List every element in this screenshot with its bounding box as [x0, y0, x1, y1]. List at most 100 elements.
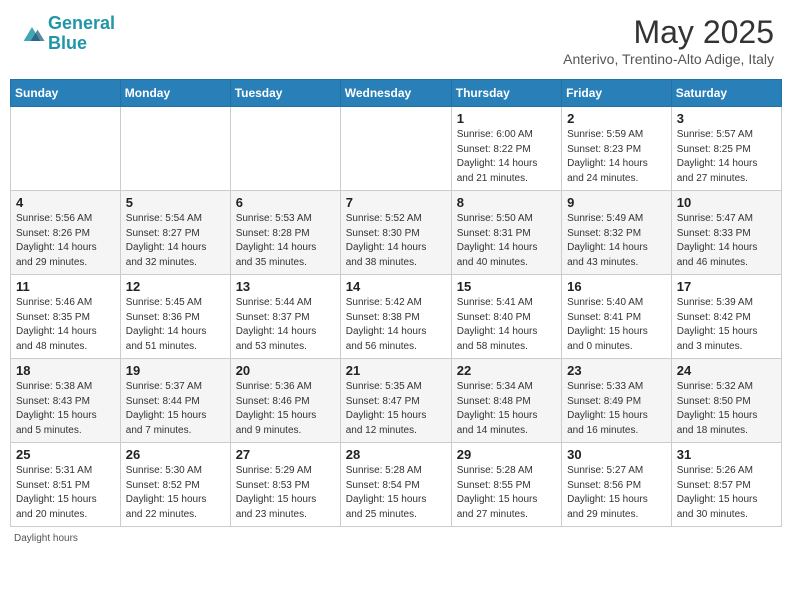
calendar-cell: 8 Sunrise: 5:50 AM Sunset: 8:31 PM Daylig… [451, 191, 561, 275]
day-info: Sunrise: 5:52 AM Sunset: 8:30 PM Dayligh… [346, 212, 446, 270]
calendar-cell: 19 Sunrise: 5:37 AM Sunset: 8:44 PM Dayli… [120, 359, 230, 443]
day-info: Sunrise: 5:50 AM Sunset: 8:31 PM Dayligh… [457, 212, 556, 270]
calendar-cell: 26 Sunrise: 5:30 AM Sunset: 8:52 PM Dayli… [120, 443, 230, 527]
logo-icon [18, 20, 46, 48]
calendar-cell: 10 Sunrise: 5:47 AM Sunset: 8:33 PM Dayli… [671, 191, 781, 275]
day-number: 12 [126, 279, 225, 294]
calendar-cell [120, 107, 230, 191]
day-info: Sunrise: 5:47 AM Sunset: 8:33 PM Dayligh… [677, 212, 776, 270]
day-info: Sunrise: 5:49 AM Sunset: 8:32 PM Dayligh… [567, 212, 666, 270]
day-number: 14 [346, 279, 446, 294]
calendar-cell: 13 Sunrise: 5:44 AM Sunset: 8:37 PM Dayli… [230, 275, 340, 359]
day-number: 24 [677, 363, 776, 378]
daylight-label: Daylight hours [14, 533, 78, 544]
calendar-day-header: Saturday [671, 80, 781, 107]
calendar-table: SundayMondayTuesdayWednesdayThursdayFrid… [10, 79, 782, 527]
calendar-week-row: 25 Sunrise: 5:31 AM Sunset: 8:51 PM Dayli… [11, 443, 782, 527]
day-number: 23 [567, 363, 666, 378]
calendar-footer: Daylight hours [10, 533, 782, 544]
day-number: 25 [16, 447, 115, 462]
calendar-cell: 21 Sunrise: 5:35 AM Sunset: 8:47 PM Dayli… [340, 359, 451, 443]
day-number: 3 [677, 111, 776, 126]
day-info: Sunrise: 5:35 AM Sunset: 8:47 PM Dayligh… [346, 380, 446, 438]
day-info: Sunrise: 5:44 AM Sunset: 8:37 PM Dayligh… [236, 296, 335, 354]
day-number: 18 [16, 363, 115, 378]
calendar-day-header: Thursday [451, 80, 561, 107]
day-info: Sunrise: 5:56 AM Sunset: 8:26 PM Dayligh… [16, 212, 115, 270]
day-number: 13 [236, 279, 335, 294]
calendar-cell: 18 Sunrise: 5:38 AM Sunset: 8:43 PM Dayli… [11, 359, 121, 443]
calendar-cell: 6 Sunrise: 5:53 AM Sunset: 8:28 PM Daylig… [230, 191, 340, 275]
day-info: Sunrise: 5:53 AM Sunset: 8:28 PM Dayligh… [236, 212, 335, 270]
calendar-week-row: 18 Sunrise: 5:38 AM Sunset: 8:43 PM Dayli… [11, 359, 782, 443]
day-number: 22 [457, 363, 556, 378]
calendar-cell: 9Sunrise: 5:49 AM Sunset: 8:32 PM Daylig… [562, 191, 672, 275]
day-info: Sunrise: 5:29 AM Sunset: 8:53 PM Dayligh… [236, 464, 335, 522]
calendar-cell: 29Sunrise: 5:28 AM Sunset: 8:55 PM Dayli… [451, 443, 561, 527]
month-title: May 2025 [563, 14, 774, 51]
calendar-cell: 4 Sunrise: 5:56 AM Sunset: 8:26 PM Daylig… [11, 191, 121, 275]
day-number: 20 [236, 363, 335, 378]
calendar-cell: 31Sunrise: 5:26 AM Sunset: 8:57 PM Dayli… [671, 443, 781, 527]
day-number: 28 [346, 447, 446, 462]
day-number: 11 [16, 279, 115, 294]
calendar-week-row: 4 Sunrise: 5:56 AM Sunset: 8:26 PM Daylig… [11, 191, 782, 275]
day-info: Sunrise: 5:57 AM Sunset: 8:25 PM Dayligh… [677, 128, 776, 186]
logo-line1: General [48, 13, 115, 33]
day-info: Sunrise: 5:41 AM Sunset: 8:40 PM Dayligh… [457, 296, 556, 354]
calendar-week-row: 11 Sunrise: 5:46 AM Sunset: 8:35 PM Dayli… [11, 275, 782, 359]
calendar-day-header: Monday [120, 80, 230, 107]
day-number: 16 [567, 279, 666, 294]
calendar-cell: 24 Sunrise: 5:32 AM Sunset: 8:50 PM Dayli… [671, 359, 781, 443]
day-number: 30 [567, 447, 666, 462]
calendar-cell: 20 Sunrise: 5:36 AM Sunset: 8:46 PM Dayli… [230, 359, 340, 443]
day-info: Sunrise: 5:28 AM Sunset: 8:55 PM Dayligh… [457, 464, 556, 522]
calendar-cell: 27 Sunrise: 5:29 AM Sunset: 8:53 PM Dayli… [230, 443, 340, 527]
calendar-cell: 14Sunrise: 5:42 AM Sunset: 8:38 PM Dayli… [340, 275, 451, 359]
day-info: Sunrise: 5:46 AM Sunset: 8:35 PM Dayligh… [16, 296, 115, 354]
day-info: Sunrise: 5:34 AM Sunset: 8:48 PM Dayligh… [457, 380, 556, 438]
page-header: General Blue May 2025 Anterivo, Trentino… [10, 10, 782, 71]
day-info: Sunrise: 5:40 AM Sunset: 8:41 PM Dayligh… [567, 296, 666, 354]
day-info: Sunrise: 5:54 AM Sunset: 8:27 PM Dayligh… [126, 212, 225, 270]
logo-line2: Blue [48, 33, 87, 53]
day-number: 31 [677, 447, 776, 462]
day-info: Sunrise: 5:32 AM Sunset: 8:50 PM Dayligh… [677, 380, 776, 438]
calendar-header-row: SundayMondayTuesdayWednesdayThursdayFrid… [11, 80, 782, 107]
day-number: 27 [236, 447, 335, 462]
calendar-cell: 22 Sunrise: 5:34 AM Sunset: 8:48 PM Dayli… [451, 359, 561, 443]
day-info: Sunrise: 5:27 AM Sunset: 8:56 PM Dayligh… [567, 464, 666, 522]
logo: General Blue [18, 14, 115, 54]
day-info: Sunrise: 5:59 AM Sunset: 8:23 PM Dayligh… [567, 128, 666, 186]
day-info: Sunrise: 5:39 AM Sunset: 8:42 PM Dayligh… [677, 296, 776, 354]
calendar-cell [340, 107, 451, 191]
calendar-cell: 7 Sunrise: 5:52 AM Sunset: 8:30 PM Daylig… [340, 191, 451, 275]
day-number: 15 [457, 279, 556, 294]
day-info: Sunrise: 5:37 AM Sunset: 8:44 PM Dayligh… [126, 380, 225, 438]
calendar-cell: 3 Sunrise: 5:57 AM Sunset: 8:25 PM Daylig… [671, 107, 781, 191]
day-number: 4 [16, 195, 115, 210]
day-info: Sunrise: 5:38 AM Sunset: 8:43 PM Dayligh… [16, 380, 115, 438]
day-info: Sunrise: 5:28 AM Sunset: 8:54 PM Dayligh… [346, 464, 446, 522]
day-number: 6 [236, 195, 335, 210]
calendar-cell [11, 107, 121, 191]
day-info: Sunrise: 5:30 AM Sunset: 8:52 PM Dayligh… [126, 464, 225, 522]
day-number: 1 [457, 111, 556, 126]
day-number: 8 [457, 195, 556, 210]
day-info: Sunrise: 5:31 AM Sunset: 8:51 PM Dayligh… [16, 464, 115, 522]
logo-text: General Blue [48, 14, 115, 54]
day-number: 10 [677, 195, 776, 210]
day-number: 21 [346, 363, 446, 378]
day-info: Sunrise: 5:36 AM Sunset: 8:46 PM Dayligh… [236, 380, 335, 438]
calendar-cell: 28 Sunrise: 5:28 AM Sunset: 8:54 PM Dayli… [340, 443, 451, 527]
calendar-week-row: 1Sunrise: 6:00 AM Sunset: 8:22 PM Daylig… [11, 107, 782, 191]
calendar-cell: 5Sunrise: 5:54 AM Sunset: 8:27 PM Daylig… [120, 191, 230, 275]
day-info: Sunrise: 5:33 AM Sunset: 8:49 PM Dayligh… [567, 380, 666, 438]
calendar-day-header: Sunday [11, 80, 121, 107]
day-number: 7 [346, 195, 446, 210]
calendar-cell: 25 Sunrise: 5:31 AM Sunset: 8:51 PM Dayli… [11, 443, 121, 527]
day-number: 19 [126, 363, 225, 378]
calendar-day-header: Friday [562, 80, 672, 107]
day-number: 26 [126, 447, 225, 462]
calendar-day-header: Wednesday [340, 80, 451, 107]
